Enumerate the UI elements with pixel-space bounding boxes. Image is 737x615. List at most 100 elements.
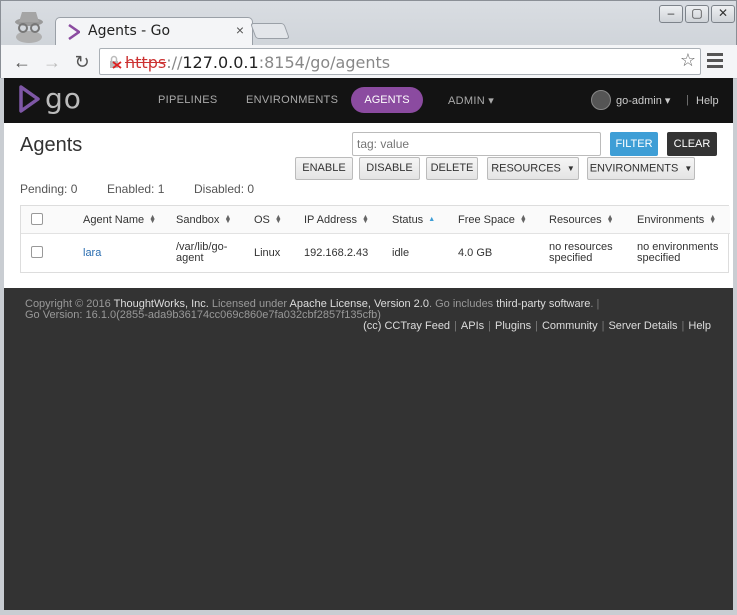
nav-admin[interactable]: ADMIN ▾ bbox=[448, 94, 494, 107]
delete-button[interactable]: DELETE bbox=[426, 157, 478, 180]
back-icon[interactable]: ← bbox=[11, 51, 33, 73]
column-label: Status bbox=[392, 214, 424, 226]
sort-icon: ▲ ▼ bbox=[606, 214, 614, 226]
address-bar[interactable]: https://127.0.0.1:8154/go/agents ☆ bbox=[99, 48, 701, 75]
close-window-button[interactable]: ✕ bbox=[711, 5, 735, 23]
browser-menu-icon[interactable] bbox=[707, 53, 723, 71]
sort-icon: ▲ ▼ bbox=[709, 214, 717, 226]
filter-button[interactable]: FILTER bbox=[610, 132, 658, 156]
server-details-link[interactable]: Server Details bbox=[608, 320, 677, 332]
browser-tab[interactable]: Agents - Go × bbox=[55, 17, 253, 45]
version-text: Go Version: 16.1.0(2855-ada9b36174cc069c… bbox=[25, 309, 381, 321]
url-separator: :// bbox=[166, 53, 183, 72]
includes-text: . Go includes bbox=[428, 298, 494, 310]
nav-environments[interactable]: ENVIRONMENTS bbox=[246, 94, 338, 106]
sort-icon: ▲ ▼ bbox=[519, 214, 527, 226]
environments-dropdown[interactable]: ENVIRONMENTS ▼ bbox=[587, 157, 695, 180]
column-label: IP Address bbox=[304, 214, 357, 226]
column-free-space[interactable]: Free Space ▲ ▼ bbox=[458, 214, 527, 226]
forward-icon[interactable]: → bbox=[41, 51, 63, 73]
environments-label: ENVIRONMENTS bbox=[589, 162, 679, 175]
resources-label: RESOURCES bbox=[491, 162, 561, 175]
table-header: Agent Name ▲ ▼ Sandbox ▲ ▼ OS ▲ ▼ IP Address ▲ ▼… bbox=[21, 206, 730, 234]
chevron-down-icon: ▼ bbox=[566, 164, 575, 173]
sort-icon: ▲ ▼ bbox=[149, 214, 157, 226]
agent-name-link[interactable]: lara bbox=[83, 248, 101, 259]
nav-pipelines[interactable]: PIPELINES bbox=[158, 94, 218, 106]
column-label: Environments bbox=[637, 214, 705, 226]
help-link[interactable]: Help bbox=[696, 95, 719, 107]
resources-dropdown[interactable]: RESOURCES ▼ bbox=[487, 157, 579, 180]
plugins-link[interactable]: Plugins bbox=[495, 320, 531, 332]
browser-chrome: Agents - Go × ‒ ▢ ✕ ← → ↻ https://127.0.… bbox=[0, 0, 737, 79]
column-ip-address[interactable]: IP Address ▲ ▼ bbox=[304, 214, 369, 226]
apis-link[interactable]: APIs bbox=[461, 320, 484, 332]
agent-resources: no resources specified bbox=[549, 242, 613, 264]
reload-icon[interactable]: ↻ bbox=[71, 51, 93, 73]
column-label: Free Space bbox=[458, 214, 515, 226]
third-party-link[interactable]: third-party software bbox=[496, 298, 590, 310]
footer-help-link[interactable]: Help bbox=[688, 320, 711, 332]
chevron-down-icon: ▼ bbox=[684, 164, 693, 173]
pending-count: Pending: 0 bbox=[20, 182, 78, 196]
go-favicon-icon bbox=[68, 24, 80, 40]
url-path: :8154/go/agents bbox=[258, 53, 391, 72]
incognito-icon bbox=[15, 12, 43, 43]
go-logo-text[interactable]: go bbox=[45, 82, 82, 115]
column-environments[interactable]: Environments ▲ ▼ bbox=[637, 214, 716, 226]
agent-status: idle bbox=[392, 247, 410, 259]
agent-ip: 192.168.2.43 bbox=[304, 247, 369, 259]
go-logo-icon[interactable] bbox=[18, 84, 42, 114]
page-footer: Copyright © 2016 ThoughtWorks, Inc. Lice… bbox=[4, 288, 733, 610]
tab-close-icon[interactable]: × bbox=[236, 22, 244, 38]
agent-environments: no environments specified bbox=[637, 242, 718, 264]
tab-title: Agents - Go bbox=[88, 23, 171, 39]
column-label: Sandbox bbox=[176, 214, 220, 226]
column-agent-name[interactable]: Agent Name ▲ ▼ bbox=[83, 214, 156, 226]
enabled-count: Enabled: 1 bbox=[107, 182, 165, 196]
select-all-checkbox[interactable] bbox=[31, 213, 43, 225]
period-text: . bbox=[590, 298, 594, 310]
url-scheme: https bbox=[125, 53, 167, 72]
row-checkbox[interactable] bbox=[31, 246, 43, 258]
browser-toolbar: ← → ↻ https://127.0.0.1:8154/go/agents ☆ bbox=[1, 45, 737, 79]
app-header: go PIPELINES ENVIRONMENTS AGENTS ADMIN ▾… bbox=[4, 78, 733, 123]
user-avatar-icon[interactable] bbox=[591, 90, 611, 110]
sort-icon: ▲ ▼ bbox=[274, 214, 282, 226]
enable-button[interactable]: ENABLE bbox=[295, 157, 353, 180]
sandbox-line-2: agent bbox=[176, 252, 204, 264]
user-menu[interactable]: go-admin ▾ bbox=[616, 94, 670, 107]
sort-icon: ▲ ▼ bbox=[362, 214, 369, 226]
sort-icon: ▲ ▼ bbox=[224, 214, 232, 226]
nav-agents[interactable]: AGENTS bbox=[351, 87, 423, 113]
disable-button[interactable]: DISABLE bbox=[359, 157, 420, 180]
agent-filter-input[interactable] bbox=[352, 132, 601, 156]
page-title: Agents bbox=[20, 134, 83, 156]
minimize-button[interactable]: ‒ bbox=[659, 5, 683, 23]
new-tab-button[interactable] bbox=[250, 23, 290, 39]
header-separator: | bbox=[686, 94, 689, 106]
column-label: Agent Name bbox=[83, 214, 145, 226]
maximize-button[interactable]: ▢ bbox=[685, 5, 709, 23]
community-link[interactable]: Community bbox=[542, 320, 598, 332]
disabled-count: Disabled: 0 bbox=[194, 182, 255, 196]
column-label: Resources bbox=[549, 214, 602, 226]
agent-os: Linux bbox=[254, 247, 281, 259]
resources-line-2: specified bbox=[549, 252, 593, 264]
cctray-feed-link[interactable]: (cc) CCTray Feed bbox=[363, 320, 450, 332]
bookmark-star-icon[interactable]: ☆ bbox=[680, 50, 696, 71]
column-os[interactable]: OS ▲ ▼ bbox=[254, 214, 282, 226]
url-text: https://127.0.0.1:8154/go/agents bbox=[125, 53, 390, 72]
column-resources[interactable]: Resources ▲ ▼ bbox=[549, 214, 614, 226]
column-label: OS bbox=[254, 214, 270, 226]
url-host: 127.0.0.1 bbox=[182, 53, 259, 72]
footer-links: (cc) CCTray Feed | APIs | Plugins | Community |… bbox=[363, 320, 711, 332]
agent-sandbox: /var/lib/go-agent bbox=[176, 242, 227, 264]
column-sandbox[interactable]: Sandbox ▲ ▼ bbox=[176, 214, 231, 226]
column-status[interactable]: Status ▲ bbox=[392, 214, 435, 226]
agents-table: Agent Name ▲ ▼ Sandbox ▲ ▼ OS ▲ ▼ IP Address ▲ ▼… bbox=[20, 205, 730, 273]
environments-line-2: specified bbox=[637, 252, 681, 264]
agent-free-space: 4.0 GB bbox=[458, 247, 493, 259]
insecure-lock-icon bbox=[110, 55, 122, 69]
clear-button[interactable]: CLEAR bbox=[667, 132, 717, 156]
